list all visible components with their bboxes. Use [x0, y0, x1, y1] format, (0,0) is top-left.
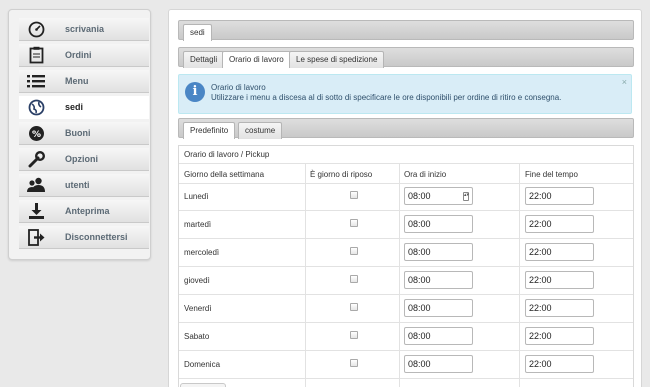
tab-spese-spedizione[interactable]: Le spese di spedizione: [289, 51, 385, 68]
list-icon: [25, 72, 47, 90]
end-time-input[interactable]: 22:00: [525, 243, 594, 261]
sidebar-item-label: sedi: [65, 102, 84, 112]
clipboard-icon: [25, 46, 47, 64]
spinner-icon[interactable]: ▴▾: [463, 192, 469, 201]
day-label: Sabato: [184, 332, 210, 341]
close-icon[interactable]: ×: [622, 77, 627, 87]
column-header: Fine del tempo: [525, 170, 578, 179]
end-time-input[interactable]: 22:00: [525, 355, 594, 373]
end-time-input[interactable]: 22:00: [525, 271, 594, 289]
sidebar-item-opzioni[interactable]: Opzioni: [19, 148, 149, 171]
sidebar-item-scrivania[interactable]: scrivania: [19, 18, 149, 41]
save-button[interactable]: [180, 383, 226, 387]
wrench-icon: [25, 150, 47, 168]
day-label: Lunedì: [184, 192, 209, 201]
sidebar-item-label: Buoni: [65, 128, 91, 138]
sidebar-item-menu[interactable]: Menu: [19, 70, 149, 93]
top-tab-bar: sedi: [178, 20, 634, 41]
download-icon: [25, 202, 47, 220]
sidebar-item-sedi[interactable]: sedi: [19, 96, 149, 119]
start-time-input[interactable]: 08:00 ▴▾: [404, 187, 473, 205]
main-panel: sedi Dettagli Orario di lavoro Le spese …: [168, 9, 642, 387]
day-label: giovedì: [184, 276, 210, 285]
schedule-tab-bar: Predefinito costume: [178, 118, 634, 139]
schedule-caption: Orario di lavoro / Pickup: [184, 150, 270, 159]
end-time-input[interactable]: 22:00: [525, 215, 594, 233]
sidebar-item-label: Menu: [65, 76, 89, 86]
rest-day-checkbox[interactable]: [350, 275, 358, 283]
rest-day-checkbox[interactable]: [350, 303, 358, 311]
end-time-input[interactable]: 22:00: [525, 299, 594, 317]
start-time-input[interactable]: 08:00: [404, 215, 473, 233]
end-time-input[interactable]: 22:00: [525, 327, 594, 345]
sidebar: scrivania Ordini Menu sedi % Buoni Opzio…: [8, 9, 151, 260]
location-tab-bar: Dettagli Orario di lavoro Le spese di sp…: [178, 47, 634, 68]
sidebar-item-disconnettersi[interactable]: Disconnettersi: [19, 226, 149, 249]
logout-icon: [25, 228, 47, 246]
sidebar-item-buoni[interactable]: % Buoni: [19, 122, 149, 145]
start-time-input[interactable]: 08:00: [404, 243, 473, 261]
svg-text:%: %: [31, 130, 40, 140]
day-label: martedì: [184, 220, 212, 229]
sidebar-item-label: Ordini: [65, 50, 92, 60]
rest-day-checkbox[interactable]: [350, 219, 358, 227]
tab-orario-di-lavoro[interactable]: Orario di lavoro: [222, 51, 291, 68]
start-time-input[interactable]: 08:00: [404, 355, 473, 373]
start-time-input[interactable]: 08:00: [404, 299, 473, 317]
rest-day-checkbox[interactable]: [350, 191, 358, 199]
info-title: Orario di lavoro: [211, 83, 266, 92]
rest-day-checkbox[interactable]: [350, 331, 358, 339]
dashboard-icon: [25, 20, 47, 38]
tab-predefinito[interactable]: Predefinito: [183, 122, 236, 139]
tab-costume[interactable]: costume: [238, 122, 283, 139]
column-header: Giorno della settimana: [184, 170, 265, 179]
rest-day-checkbox[interactable]: [350, 247, 358, 255]
start-time-input[interactable]: 08:00: [404, 327, 473, 345]
info-icon: i: [185, 82, 205, 102]
percent-icon: %: [25, 124, 47, 142]
globe-icon: [25, 98, 47, 116]
sidebar-item-label: scrivania: [65, 24, 105, 34]
tab-dettagli[interactable]: Dettagli: [183, 51, 225, 68]
tab-sedi[interactable]: sedi: [183, 24, 212, 41]
day-label: Domenica: [184, 360, 221, 369]
sidebar-item-utenti[interactable]: utenti: [19, 174, 149, 197]
day-label: Venerdì: [184, 304, 212, 313]
rest-day-checkbox[interactable]: [350, 359, 358, 367]
sidebar-item-label: Anteprima: [65, 206, 110, 216]
sidebar-item-label: utenti: [65, 180, 90, 190]
schedule-table: Orario di lavoro / Pickup Giorno della s…: [178, 145, 634, 387]
sidebar-item-ordini[interactable]: Ordini: [19, 44, 149, 67]
day-label: mercoledì: [184, 248, 220, 257]
info-alert: i Orario di lavoro Utilizzare i menu a d…: [178, 74, 632, 114]
column-header: Ora di inizio: [404, 170, 447, 179]
start-time-input[interactable]: 08:00: [404, 271, 473, 289]
info-text: Utilizzare i menu a discesa al di sotto …: [211, 93, 562, 102]
sidebar-item-label: Disconnettersi: [65, 232, 128, 242]
sidebar-item-label: Opzioni: [65, 154, 98, 164]
sidebar-item-anteprima[interactable]: Anteprima: [19, 200, 149, 223]
users-icon: [25, 176, 47, 194]
column-header: È giorno di riposo: [310, 170, 373, 179]
end-time-input[interactable]: 22:00: [525, 187, 594, 205]
